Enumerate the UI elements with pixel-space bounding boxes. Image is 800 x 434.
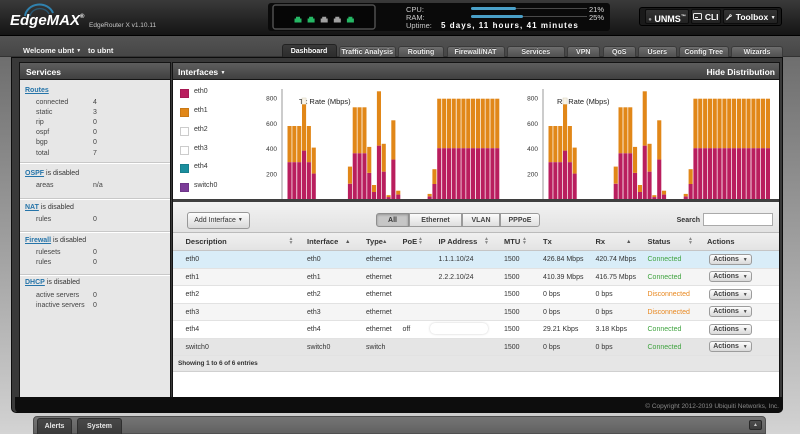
- svg-text:800: 800: [527, 95, 538, 102]
- svg-text:400: 400: [266, 146, 277, 153]
- svg-text:200: 200: [527, 172, 538, 179]
- svg-text:600: 600: [527, 121, 538, 128]
- svg-text:600: 600: [266, 121, 277, 128]
- svg-text:800: 800: [266, 95, 277, 102]
- svg-text:400: 400: [527, 146, 538, 153]
- svg-text:Tx Rate (Mbps): Tx Rate (Mbps): [299, 97, 351, 106]
- svg-text:200: 200: [266, 172, 277, 179]
